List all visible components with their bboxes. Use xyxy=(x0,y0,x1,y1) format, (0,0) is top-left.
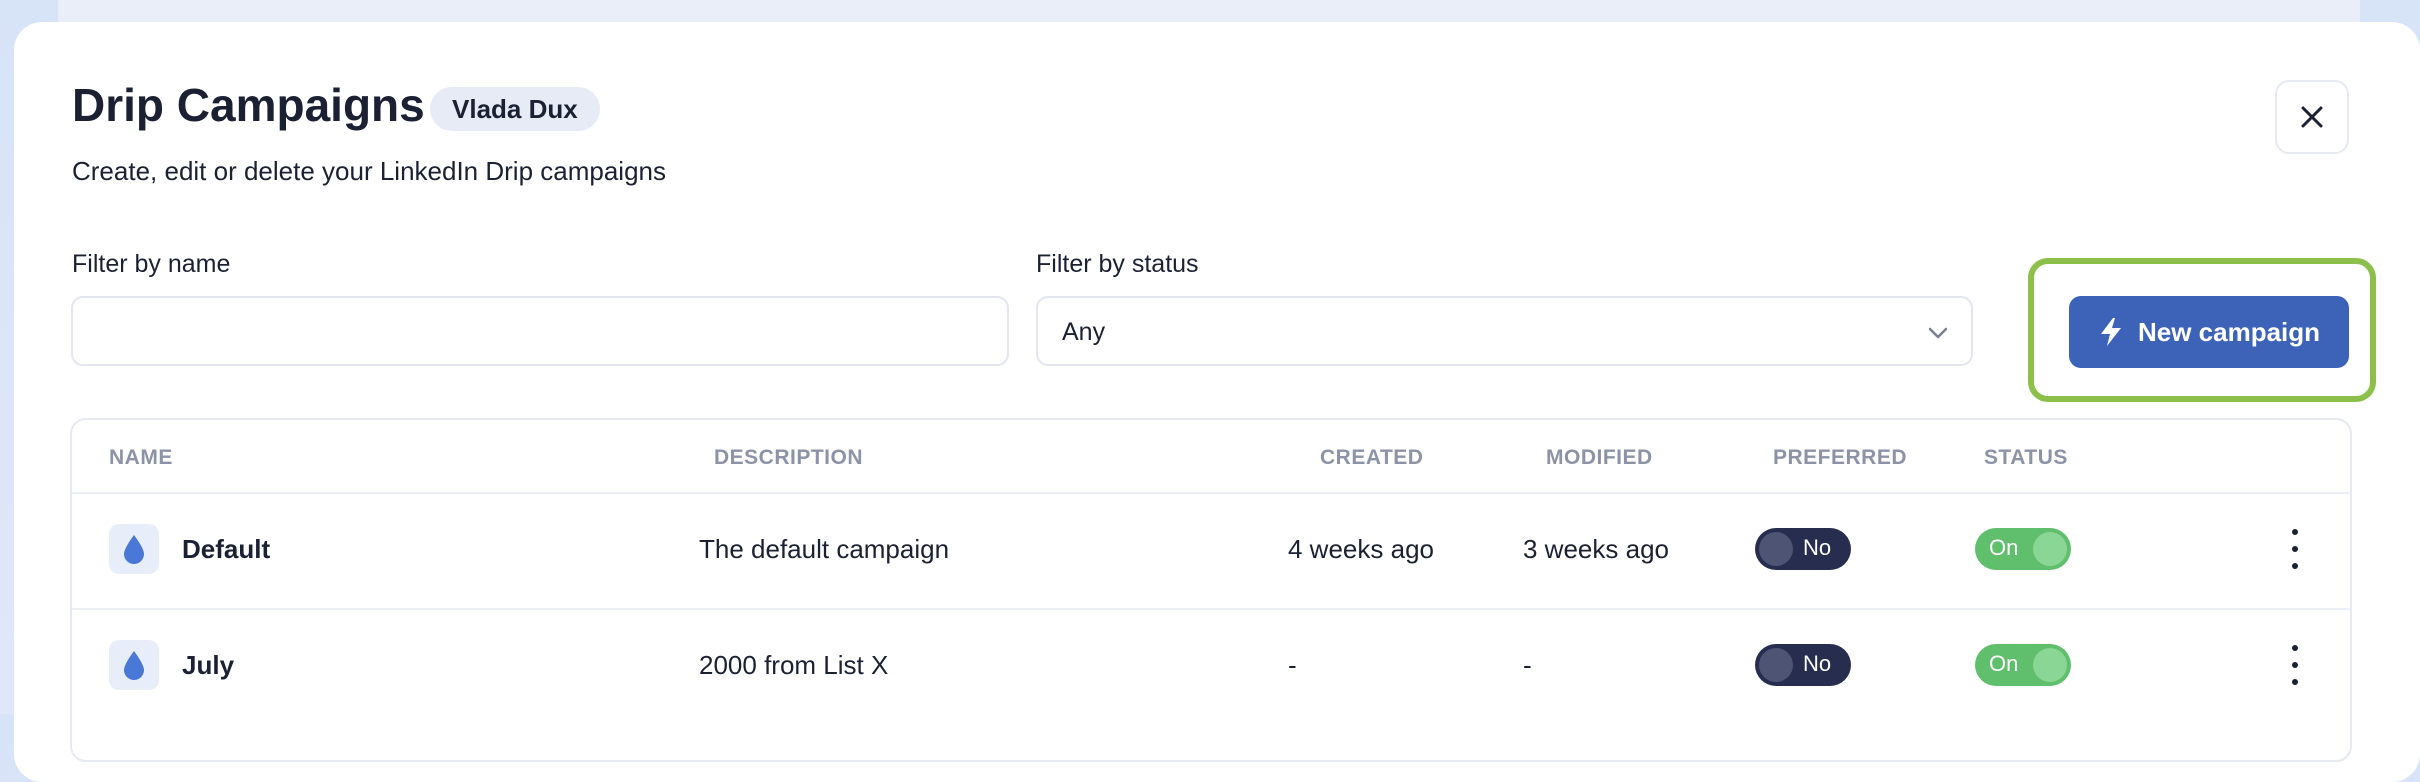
campaign-created: 4 weeks ago xyxy=(1288,534,1434,564)
drop-icon xyxy=(124,651,144,680)
filter-status-value: Any xyxy=(1062,318,1106,346)
toggle-knob xyxy=(2033,648,2067,682)
campaigns-table: NAME DESCRIPTION CREATED MODIFIED PREFER… xyxy=(70,418,2352,762)
row-divider xyxy=(72,608,2350,610)
chevron-down-icon xyxy=(1928,327,1948,339)
campaign-description: The default campaign xyxy=(699,534,950,564)
preferred-toggle-label: No xyxy=(1803,651,1832,676)
campaign-created: - xyxy=(1288,650,1297,680)
status-toggle[interactable]: On xyxy=(1975,528,2071,570)
close-icon xyxy=(2301,106,2323,128)
filter-status-select[interactable]: Any xyxy=(1036,296,1973,366)
filter-name-input[interactable] xyxy=(71,296,1009,366)
column-header-status: STATUS xyxy=(1984,446,2068,469)
column-header-name: NAME xyxy=(109,446,173,469)
new-campaign-button[interactable]: New campaign xyxy=(2069,296,2349,368)
campaign-name[interactable]: July xyxy=(182,650,234,681)
campaign-modified: 3 weeks ago xyxy=(1523,534,1669,564)
filter-status-label: Filter by status xyxy=(1036,250,1199,278)
page-title: Drip Campaigns xyxy=(72,79,425,131)
toggle-knob xyxy=(1759,532,1793,566)
preferred-toggle[interactable]: No xyxy=(1755,644,1851,686)
column-header-preferred: PREFERRED xyxy=(1773,446,1908,469)
campaign-icon-box xyxy=(109,524,159,574)
toggle-knob xyxy=(2033,532,2067,566)
more-vertical-icon[interactable] xyxy=(2285,645,2305,685)
filter-name-label: Filter by name xyxy=(72,250,231,278)
status-toggle-label: On xyxy=(1989,651,2019,676)
column-header-description: DESCRIPTION xyxy=(714,446,864,469)
close-button[interactable] xyxy=(2275,80,2349,154)
new-campaign-label: New campaign xyxy=(2137,316,2321,347)
user-badge: Vlada Dux xyxy=(430,87,600,131)
campaign-description: 2000 from List X xyxy=(699,650,889,680)
campaign-modified: - xyxy=(1523,650,1532,680)
preferred-toggle-label: No xyxy=(1803,535,1832,560)
column-header-modified: MODIFIED xyxy=(1546,446,1653,469)
header-divider xyxy=(72,492,2350,494)
status-toggle[interactable]: On xyxy=(1975,644,2071,686)
lightning-icon xyxy=(2100,318,2121,346)
more-vertical-icon[interactable] xyxy=(2285,529,2305,569)
drop-icon xyxy=(124,535,144,564)
campaign-icon-box xyxy=(109,640,159,690)
preferred-toggle[interactable]: No xyxy=(1755,528,1851,570)
campaign-name[interactable]: Default xyxy=(182,534,270,565)
page-subtitle: Create, edit or delete your LinkedIn Dri… xyxy=(72,156,666,186)
toggle-knob xyxy=(1759,648,1793,682)
column-header-created: CREATED xyxy=(1320,446,1424,469)
status-toggle-label: On xyxy=(1989,535,2019,560)
